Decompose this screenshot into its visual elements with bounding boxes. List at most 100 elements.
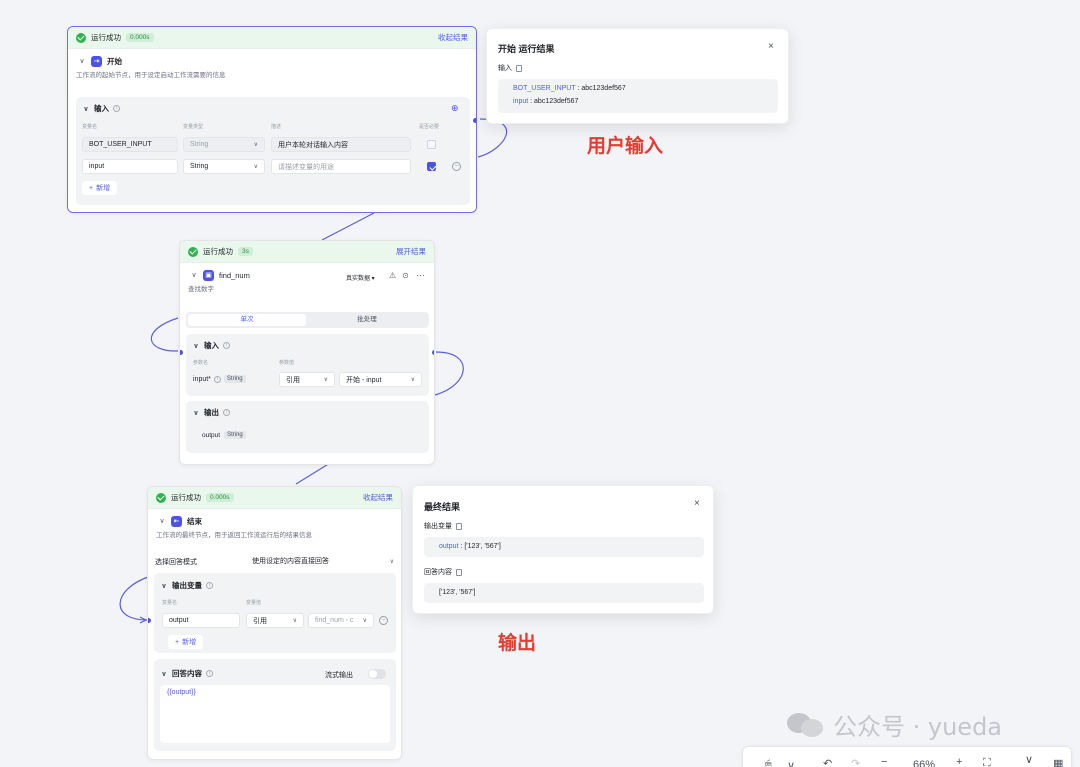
add-variable-icon[interactable]: ⊕ — [451, 103, 459, 114]
tab-batch[interactable]: 批处理 — [308, 314, 426, 326]
copy-icon[interactable] — [456, 568, 462, 576]
col-header-desc: 描述 — [271, 124, 282, 130]
input-port[interactable] — [148, 618, 151, 623]
variable-name-field[interactable]: input — [82, 159, 178, 174]
answer-editor[interactable]: {{output}} — [160, 685, 390, 743]
output-variable-label: 输出变量 — [424, 521, 462, 531]
undo-icon[interactable]: ↶ — [823, 757, 832, 767]
remove-row-icon[interactable]: − — [452, 162, 461, 171]
zoom-in-icon[interactable]: + — [956, 756, 962, 767]
info-icon: i — [223, 409, 230, 416]
success-check-icon — [156, 492, 166, 503]
info-icon: i — [206, 670, 213, 677]
ref-value-select[interactable]: find_num - c ∨ — [308, 613, 374, 628]
node-title: find_num — [219, 270, 250, 280]
chevron-down-icon[interactable]: ∨ — [160, 670, 168, 678]
start-node-icon: ⇥ — [91, 55, 102, 67]
variable-name-field: BOT_USER_INPUT — [82, 137, 178, 152]
copy-icon[interactable] — [456, 522, 462, 530]
answer-content-title: 回答内容 — [172, 669, 202, 678]
chevron-down-icon[interactable]: ∨ — [78, 57, 86, 65]
output-port[interactable] — [432, 350, 434, 355]
ref-mode-select[interactable]: 引用 ∨ — [246, 613, 304, 628]
minimap-icon[interactable]: ▦ — [1053, 757, 1063, 767]
collapse-result-link[interactable]: 收起结果 — [438, 32, 468, 43]
chevron-down-icon[interactable]: ∨ — [160, 582, 168, 590]
variable-name-field[interactable]: output — [162, 613, 240, 628]
info-icon: i — [213, 375, 221, 383]
data-source-select[interactable]: 真实数据 ▾ — [346, 273, 375, 282]
output-variable-box: output : ['123', '567'] — [424, 537, 704, 557]
col-header-name: 变量名 — [162, 600, 178, 606]
add-variable-button[interactable]: + 新增 — [168, 635, 204, 649]
answer-mode-select[interactable]: 使用设定的内容直接回答 ∨ — [252, 554, 394, 568]
time-badge: 0.000s — [126, 33, 154, 42]
required-checkbox[interactable] — [427, 162, 436, 171]
zoom-out-icon[interactable]: − — [881, 756, 887, 767]
tab-single[interactable]: 单次 — [188, 314, 306, 326]
collapse-result-link[interactable]: 收起结果 — [363, 492, 393, 503]
popup-title: 最终结果 — [424, 502, 461, 512]
add-variable-button[interactable]: + 新增 — [82, 181, 118, 195]
chevron-down-icon[interactable]: ∨ — [192, 342, 200, 350]
chevron-down-icon[interactable]: ∨ — [192, 409, 200, 417]
wechat-watermark: 公众号 · yueda — [787, 707, 1002, 742]
status-text: 运行成功 — [91, 33, 121, 42]
debug-icon[interactable]: ⚠ — [389, 271, 396, 280]
col-header-required: 是否必要 — [419, 124, 440, 130]
find-num-node[interactable]: 运行成功 3s 展开结果 ∨ ▣ find_num 真实数据 ▾ ⚠ ⊙ ···… — [179, 240, 435, 465]
run-status-bar: 运行成功 3s 展开结果 — [180, 241, 434, 263]
input-label: 输入 — [498, 63, 522, 73]
chevron-down-icon[interactable]: ∨ — [190, 271, 198, 279]
expand-result-link[interactable]: 展开结果 — [396, 246, 426, 257]
node-title: 开始 — [107, 56, 122, 66]
plus-icon: + — [89, 184, 94, 192]
ref-value-select[interactable]: 开始 - input ∨ — [339, 372, 422, 387]
col-header-value: 变量值 — [246, 600, 262, 606]
chevron-down-icon[interactable]: ∨ — [787, 759, 795, 767]
zoom-level[interactable]: 66% — [913, 759, 935, 767]
run-status-bar: 运行成功 0.000s 收起结果 — [68, 27, 476, 49]
copy-icon[interactable] — [516, 64, 522, 72]
stream-output-toggle[interactable] — [368, 669, 386, 679]
start-node[interactable]: 运行成功 0.000s 收起结果 ∨ ⇥ 开始 工作流的起始节点，用于设定启动工… — [67, 26, 477, 213]
output-port[interactable] — [473, 118, 476, 123]
result-box: BOT_USER_INPUT : abc123def567 input : ab… — [498, 79, 778, 113]
success-check-icon — [188, 246, 198, 257]
variable-desc-field: 用户本轮对话输入内容 — [271, 137, 411, 152]
chevron-down-icon[interactable]: ∨ — [1025, 753, 1033, 766]
end-node[interactable]: 运行成功 0.000s 收起结果 ∨ ⇤ 结束 工作流的最终节点，用于返回工作流… — [147, 486, 402, 760]
popup-title: 开始 运行结果 — [498, 44, 555, 54]
close-icon[interactable]: × — [768, 41, 774, 52]
remove-row-icon[interactable]: − — [379, 616, 388, 625]
start-result-popup: 开始 运行结果 × 输入 BOT_USER_INPUT : abc123def5… — [486, 28, 789, 124]
redo-icon[interactable]: ↷ — [851, 757, 860, 767]
fit-view-icon[interactable]: ⛶ — [983, 757, 991, 767]
mouse-mode-icon[interactable]: 🖱 — [765, 759, 772, 767]
chevron-down-icon[interactable]: ∨ — [158, 517, 166, 525]
input-panel: ∨ 输入 i ⊕ 变量名 变量类型 描述 是否必要 BOT_USER_INPUT… — [76, 97, 470, 205]
annotation-output: 输出 — [498, 632, 537, 654]
time-badge: 0.000s — [206, 493, 234, 502]
output-name: output — [202, 431, 221, 439]
close-icon[interactable]: × — [694, 498, 700, 509]
col-header-type: 变量类型 — [183, 124, 204, 130]
input-section-title: 输入 — [94, 104, 109, 113]
more-icon[interactable]: ··· — [416, 270, 425, 280]
param-name: input* — [193, 375, 211, 383]
chevron-down-icon[interactable]: ∨ — [82, 105, 90, 113]
input-panel: ∨ 输入 i 参数名 参数值 input* i String 引用 ∨ 开始 - … — [186, 334, 429, 396]
success-check-icon — [76, 32, 86, 43]
result-line: BOT_USER_INPUT : abc123def567 — [513, 85, 626, 92]
output-variable-panel: ∨ 输出变量 i 变量名 变量值 output 引用 ∨ find_num - c… — [154, 573, 396, 653]
variable-type-select[interactable]: String ∨ — [183, 159, 265, 174]
status-text: 运行成功 — [203, 247, 233, 256]
run-icon[interactable]: ⊙ — [402, 271, 409, 280]
time-badge: 3s — [238, 247, 253, 256]
plugin-icon: ▣ — [203, 269, 214, 281]
col-header-name: 变量名 — [82, 124, 98, 130]
input-port[interactable] — [180, 350, 183, 355]
variable-desc-field[interactable]: 请描述变量的用途 — [271, 159, 411, 174]
node-description: 工作流的起始节点，用于设定启动工作流需要的信息 — [76, 72, 226, 79]
ref-mode-select[interactable]: 引用 ∨ — [279, 372, 335, 387]
